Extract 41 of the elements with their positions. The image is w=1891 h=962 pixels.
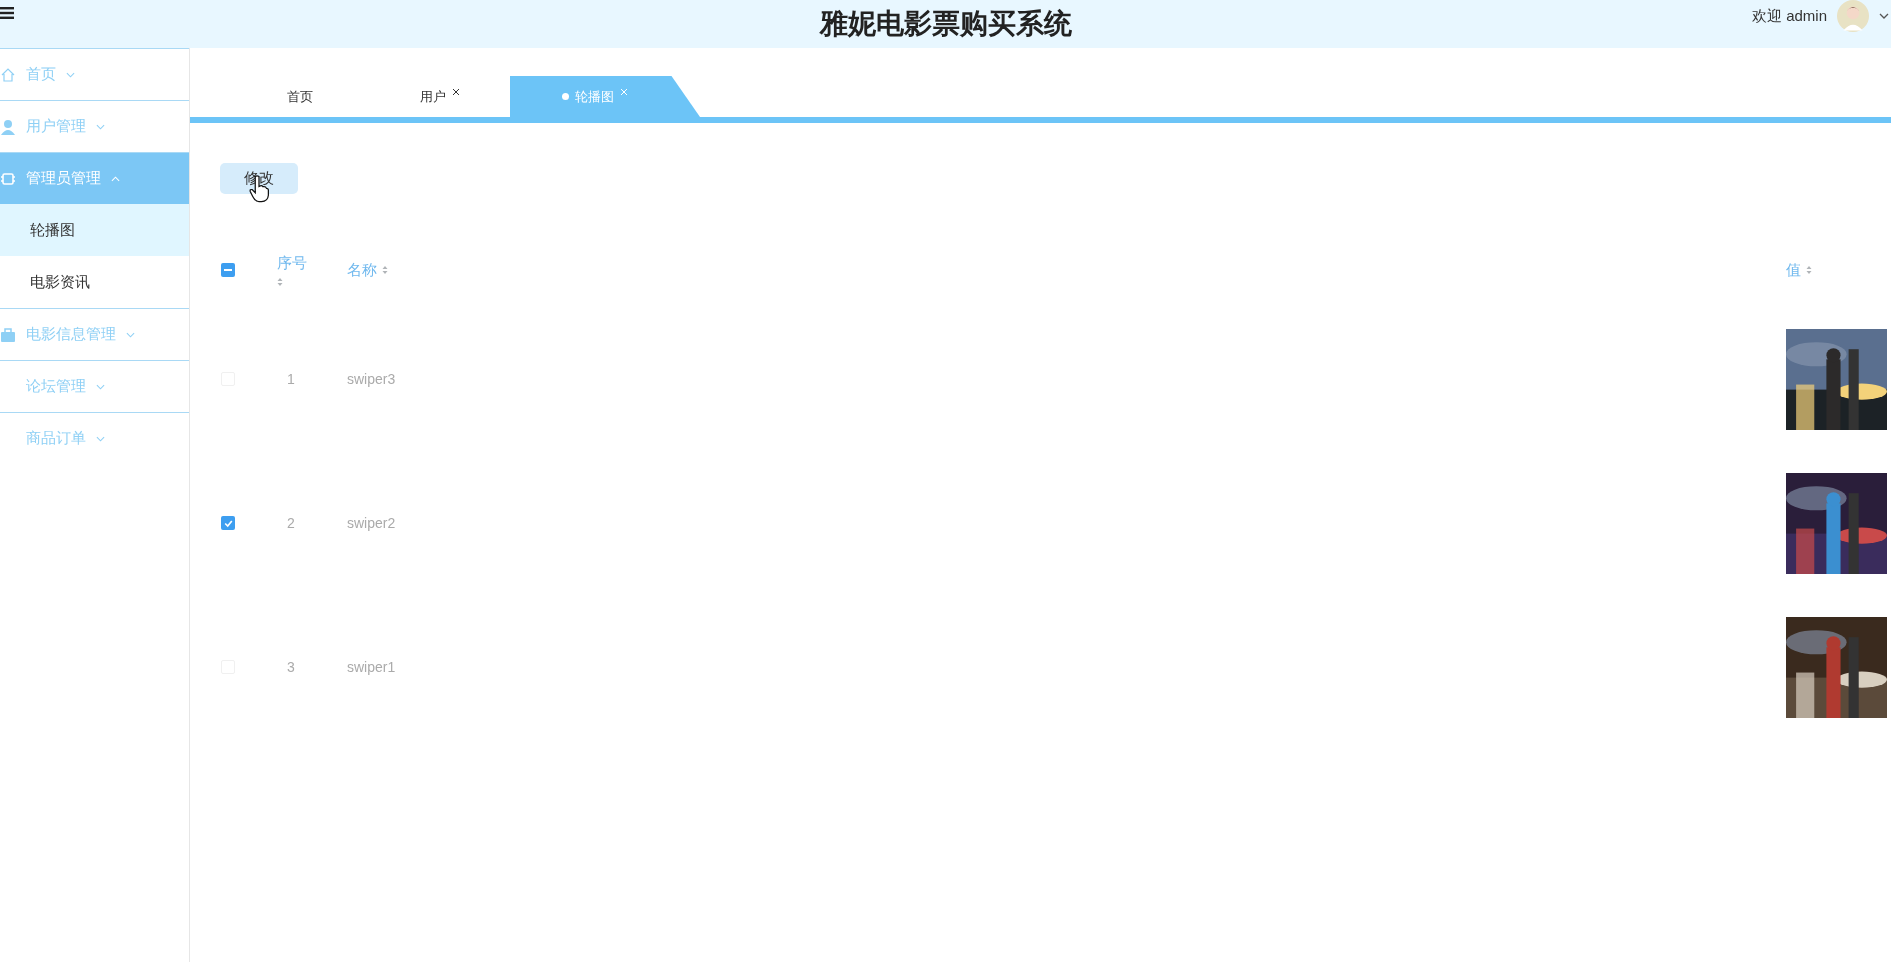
dot-icon <box>562 93 569 100</box>
sidebar-subitem[interactable]: 电影资讯 <box>0 256 189 308</box>
column-header[interactable]: 序号 <box>277 253 307 273</box>
sidebar-item[interactable]: 电影信息管理 <box>0 308 189 360</box>
sort-icon[interactable] <box>382 265 388 275</box>
table-cell-text: 2 <box>286 515 295 531</box>
sidebar-subitem[interactable]: 轮播图 <box>0 204 189 256</box>
menu-icon[interactable] <box>0 7 14 19</box>
sidebar-item[interactable]: 论坛管理 <box>0 360 189 412</box>
chevron-down-icon <box>96 383 105 390</box>
tab[interactable]: 轮播图 <box>510 76 700 117</box>
column-header[interactable]: 值 <box>1786 260 1801 280</box>
sidebar-item[interactable]: 首页 <box>0 48 189 100</box>
chevron-up-icon <box>111 175 120 182</box>
app-title: 雅妮电影票购买系统 <box>819 7 1072 41</box>
chevron-down-icon[interactable] <box>1879 13 1889 19</box>
chevron-down-icon <box>66 71 75 78</box>
tab[interactable]: 首页 <box>230 76 370 117</box>
home-icon <box>0 66 16 83</box>
row-checkbox[interactable] <box>221 516 235 530</box>
select-all-checkbox[interactable] <box>221 263 235 277</box>
table-cell-text: 3 <box>286 659 295 675</box>
sidebar-item[interactable]: 商品订单 <box>0 412 189 464</box>
chevron-down-icon <box>96 123 105 130</box>
close-icon[interactable] <box>452 87 460 96</box>
sidebar-item[interactable]: 管理员管理 <box>0 152 189 204</box>
column-header[interactable]: 名称 <box>347 260 377 280</box>
welcome-text: 欢迎 admin <box>1751 6 1827 26</box>
tab[interactable]: 用户 <box>370 76 510 117</box>
table-cell: swiper2 <box>347 515 396 531</box>
sort-icon[interactable] <box>277 276 283 287</box>
table-cell: swiper3 <box>347 371 396 387</box>
table-cell: swiper1 <box>347 659 396 675</box>
chevron-down-icon <box>126 331 135 338</box>
user-icon <box>0 118 16 135</box>
sort-icon[interactable] <box>1806 265 1812 275</box>
chip-icon <box>0 170 16 187</box>
edit-button[interactable]: 修改 <box>220 163 298 194</box>
table-cell-text: 1 <box>286 371 295 387</box>
chevron-down-icon <box>96 435 105 442</box>
briefcase-icon <box>0 326 16 343</box>
